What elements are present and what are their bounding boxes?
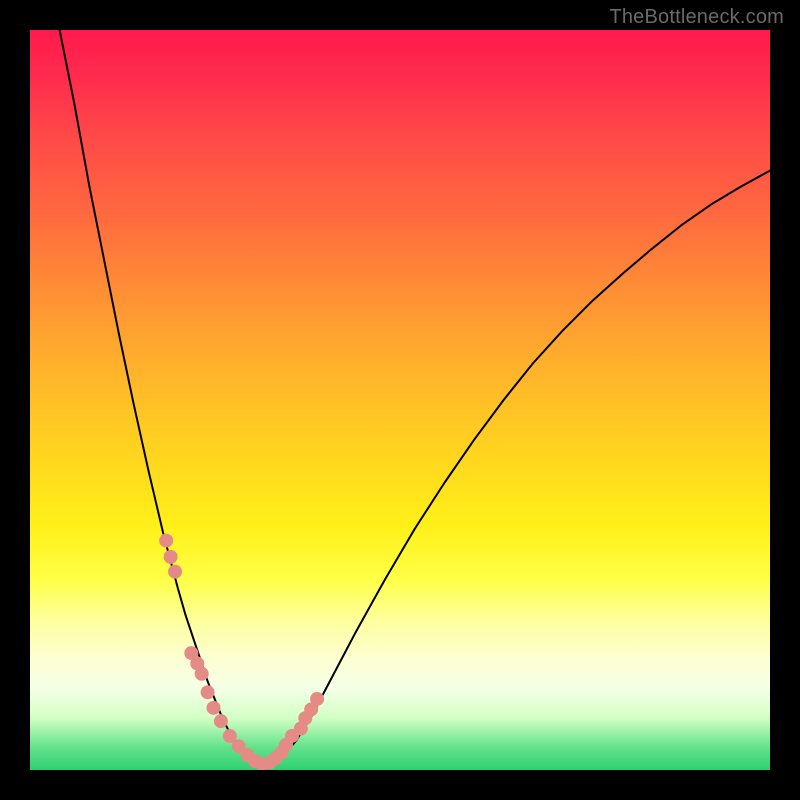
highlight-dots xyxy=(159,534,324,770)
highlight-dot xyxy=(207,701,221,715)
highlight-dot xyxy=(214,714,228,728)
curve-layer xyxy=(30,30,770,770)
highlight-dot xyxy=(195,667,209,681)
highlight-dot xyxy=(201,685,215,699)
plot-area xyxy=(30,30,770,770)
watermark-text: TheBottleneck.com xyxy=(609,6,784,29)
highlight-dot xyxy=(164,550,178,564)
bottleneck-curve xyxy=(60,30,770,766)
highlight-dot xyxy=(159,534,173,548)
highlight-dot xyxy=(168,565,182,579)
highlight-dot xyxy=(310,692,324,706)
chart-frame: TheBottleneck.com xyxy=(0,0,800,800)
